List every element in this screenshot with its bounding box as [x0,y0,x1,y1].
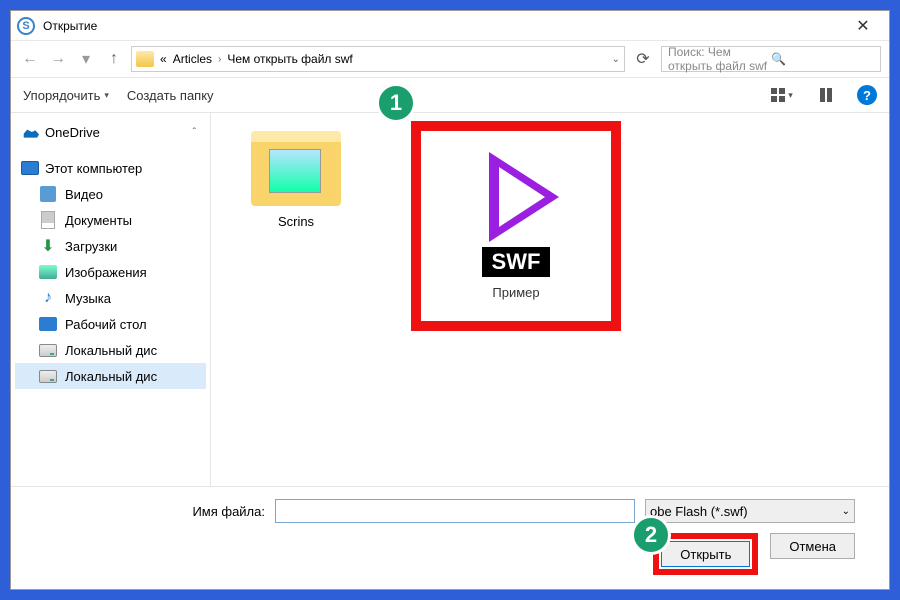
annotation-badge-2: 2 [631,515,671,555]
forward-button[interactable]: → [47,50,69,68]
close-button[interactable]: ✕ [843,16,883,36]
sidebar-item-this-pc[interactable]: Этот компьютер [15,155,206,181]
layout-icon [820,88,832,102]
open-dialog: S Открытие ✕ ← → ▾ ↑ « Articles › Чем от… [10,10,890,590]
open-button[interactable]: Открыть [661,541,750,567]
sidebar-item-onedrive[interactable]: OneDrive ˆ [15,119,206,145]
organize-button[interactable]: Упорядочить ▾ [23,88,109,103]
sidebar-item-downloads[interactable]: ⬇Загрузки [15,233,206,259]
folder-icon [251,131,341,206]
sidebar-item-videos[interactable]: Видео [15,181,206,207]
help-button[interactable]: ? [857,85,877,105]
search-placeholder: Поиск: Чем открыть файл swf [668,45,771,73]
pictures-icon [39,265,57,279]
breadcrumb-part[interactable]: Articles [173,52,212,66]
app-icon: S [17,17,35,35]
chevron-right-icon: › [218,54,221,65]
window-title: Открытие [43,19,843,33]
filename-label: Имя файла: [25,504,265,519]
preview-pane-button[interactable] [813,84,839,106]
drive-icon [39,370,57,383]
dialog-body: OneDrive ˆ Этот компьютер Видео Документ… [11,113,889,486]
play-icon [489,152,559,242]
caret-down-icon: ▾ [788,90,793,101]
titlebar: S Открытие ✕ [11,11,889,41]
desktop-icon [39,317,57,331]
folder-item[interactable]: Scrins [241,131,351,229]
toolbar: Упорядочить ▾ Создать папку ▾ ? [11,77,889,113]
breadcrumb-part[interactable]: Чем открыть файл swf [227,52,352,66]
file-list[interactable]: Scrins SWF Пример [211,113,889,486]
sidebar-item-desktop[interactable]: Рабочий стол [15,311,206,337]
search-input[interactable]: Поиск: Чем открыть файл swf 🔍 [661,46,881,72]
sidebar-item-pictures[interactable]: Изображения [15,259,206,285]
search-icon: 🔍 [771,52,874,66]
filetype-select[interactable]: obe Flash (*.swf) ⌄ [645,499,855,523]
chevron-down-icon: ⌄ [842,506,850,517]
drive-icon [39,344,57,357]
annotation-badge-1: 1 [376,83,416,123]
download-icon: ⬇ [39,237,57,255]
cloud-icon [21,124,39,140]
music-icon: ♪ [39,289,57,307]
file-item-swf[interactable]: SWF Пример [411,121,621,331]
documents-icon [41,211,55,229]
cancel-button[interactable]: Отмена [770,533,855,559]
caret-up-icon: ˆ [193,127,196,138]
file-label: Пример [492,285,539,300]
sidebar: OneDrive ˆ Этот компьютер Видео Документ… [11,113,211,486]
sidebar-item-local-disk[interactable]: Локальный дис [15,337,206,363]
folder-label: Scrins [241,214,351,229]
caret-down-icon: ▾ [104,90,109,101]
filename-input[interactable] [275,499,635,523]
breadcrumb[interactable]: « Articles › Чем открыть файл swf ⌄ [131,46,625,72]
folder-icon [136,51,154,67]
navbar: ← → ▾ ↑ « Articles › Чем открыть файл sw… [11,41,889,77]
breadcrumb-prefix: « [160,52,167,66]
pc-icon [21,161,39,175]
sidebar-item-local-disk[interactable]: Локальный дис [15,363,206,389]
sidebar-item-music[interactable]: ♪Музыка [15,285,206,311]
grid-icon [771,88,785,102]
recent-dropdown[interactable]: ▾ [75,49,97,69]
back-button[interactable]: ← [19,50,41,68]
refresh-button[interactable]: ⟳ [631,49,655,69]
new-folder-button[interactable]: Создать папку [127,88,214,103]
chevron-down-icon[interactable]: ⌄ [612,54,620,65]
video-icon [40,186,56,202]
footer: Имя файла: obe Flash (*.swf) ⌄ Открыть О… [11,486,889,589]
swf-badge: SWF [482,247,551,277]
sidebar-item-documents[interactable]: Документы [15,207,206,233]
view-mode-button[interactable]: ▾ [769,84,795,106]
up-button[interactable]: ↑ [103,50,125,68]
